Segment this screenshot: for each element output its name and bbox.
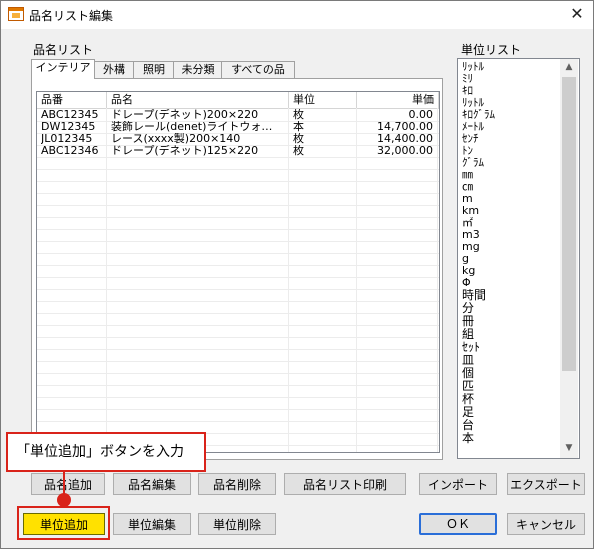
unit-list-item[interactable]: 冊 bbox=[462, 315, 557, 328]
cell-name: ドレープ(デネット)125×220 bbox=[111, 145, 259, 157]
unit-list-item[interactable]: 分 bbox=[462, 302, 557, 315]
cell-name: レース(xxxx製)200×140 bbox=[111, 133, 241, 145]
tab-interior[interactable]: インテリア bbox=[31, 59, 95, 79]
ok-button[interactable]: ＯＫ bbox=[419, 513, 497, 535]
cell-unit: 枚 bbox=[293, 133, 304, 145]
cell-price: 14,400.00 bbox=[377, 133, 433, 145]
unit-list-item[interactable]: m3 bbox=[462, 229, 557, 241]
scroll-thumb[interactable] bbox=[562, 77, 576, 371]
add-unit-highlight bbox=[17, 506, 110, 540]
cell-code: ABC12346 bbox=[41, 145, 99, 157]
instruction-callout: 「単位追加」ボタンを入力 bbox=[6, 432, 206, 472]
unit-list-items: ﾘｯﾄﾙ ﾐﾘ ｷﾛ ﾘｯﾄﾙ ｷﾛｸﾞﾗﾑ ﾒｰﾄﾙ ｾﾝﾁ ﾄﾝ ｸﾞﾗﾑ㎜㎝ m km ㎡ m3 m… bbox=[462, 61, 557, 445]
cell-code: ABC12345 bbox=[41, 109, 99, 121]
unit-list-item[interactable]: ｷﾛ bbox=[462, 85, 557, 97]
unit-list-item[interactable]: ｾﾝﾁ bbox=[462, 133, 557, 145]
unit-list-item[interactable]: 足 bbox=[462, 406, 557, 419]
column-header-name[interactable]: 品名 bbox=[107, 92, 289, 108]
column-header-price[interactable]: 単価 bbox=[357, 92, 439, 108]
unit-list[interactable]: ﾘｯﾄﾙ ﾐﾘ ｷﾛ ﾘｯﾄﾙ ｷﾛｸﾞﾗﾑ ﾒｰﾄﾙ ｾﾝﾁ ﾄﾝ ｸﾞﾗﾑ㎜㎝ m km ㎡ m3 m… bbox=[457, 58, 580, 459]
unit-list-item[interactable]: m bbox=[462, 193, 557, 205]
cell-price: 0.00 bbox=[408, 109, 434, 121]
unit-list-item[interactable]: 杯 bbox=[462, 393, 557, 406]
cancel-button[interactable]: キャンセル bbox=[507, 513, 585, 535]
cell-unit: 枚 bbox=[293, 145, 304, 157]
table-header: 品番 品名 単位 単価 bbox=[37, 92, 439, 109]
unit-list-item[interactable]: Φ bbox=[462, 277, 557, 289]
close-icon[interactable]: ✕ bbox=[567, 4, 587, 24]
unit-list-item[interactable]: ｷﾛｸﾞﾗﾑ bbox=[462, 109, 557, 121]
unit-list-item[interactable]: ㎝ bbox=[462, 181, 557, 193]
delete-product-button[interactable]: 品名削除 bbox=[198, 473, 276, 495]
title-bar: 品名リスト編集 ✕ bbox=[1, 1, 593, 29]
import-button[interactable]: インポート bbox=[419, 473, 497, 495]
cell-code: JL012345 bbox=[41, 133, 93, 145]
cell-code: DW12345 bbox=[41, 121, 96, 133]
table-row[interactable]: JL012345 レース(xxxx製)200×140 枚 14,400.00 bbox=[37, 133, 439, 145]
tab-panel: 品番 品名 単位 単価 ABC12345 ドレープ(デネット)200×220 枚… bbox=[31, 78, 443, 460]
table-row[interactable]: ABC12346 ドレープ(デネット)125×220 枚 32,000.00 bbox=[37, 145, 439, 157]
column-header-unit[interactable]: 単位 bbox=[289, 92, 357, 108]
cell-name: ドレープ(デネット)200×220 bbox=[111, 109, 259, 121]
tab-lighting[interactable]: 照明 bbox=[133, 61, 175, 78]
cell-price: 32,000.00 bbox=[377, 145, 433, 157]
column-header-code[interactable]: 品番 bbox=[37, 92, 107, 108]
callout-pointer-dot bbox=[57, 493, 71, 507]
app-window-icon bbox=[8, 7, 24, 21]
table-row[interactable]: DW12345 装飾レール(denet)ライトウォ… 本 14,700.00 bbox=[37, 121, 439, 133]
unit-list-item[interactable]: ﾐﾘ bbox=[462, 73, 557, 85]
unit-list-item[interactable]: ｾｯﾄ bbox=[462, 341, 557, 354]
cell-price: 14,700.00 bbox=[377, 121, 433, 133]
tab-all-items[interactable]: すべての品 bbox=[221, 61, 295, 78]
edit-product-button[interactable]: 品名編集 bbox=[113, 473, 191, 495]
export-button[interactable]: エクスポート bbox=[507, 473, 585, 495]
add-product-button[interactable]: 品名追加 bbox=[31, 473, 105, 495]
unit-list-item[interactable]: kg bbox=[462, 265, 557, 277]
unit-list-item[interactable]: ｸﾞﾗﾑ bbox=[462, 157, 557, 169]
unit-list-item[interactable]: 皿 bbox=[462, 354, 557, 367]
unit-list-item[interactable]: ㎜ bbox=[462, 169, 557, 181]
unit-list-item[interactable]: 時間 bbox=[462, 289, 557, 302]
scroll-up-icon[interactable]: ▲ bbox=[560, 59, 578, 76]
tab-uncategorized[interactable]: 未分類 bbox=[173, 61, 223, 78]
unit-list-item[interactable]: 個 bbox=[462, 367, 557, 380]
unit-list-item[interactable]: ﾒｰﾄﾙ bbox=[462, 121, 557, 133]
unit-list-item[interactable]: 本 bbox=[462, 432, 557, 445]
unit-list-label: 単位リスト bbox=[461, 43, 522, 57]
table-row[interactable]: ABC12345 ドレープ(デネット)200×220 枚 0.00 bbox=[37, 109, 439, 121]
cell-name: 装飾レール(denet)ライトウォ… bbox=[111, 121, 273, 133]
cell-unit: 枚 bbox=[293, 109, 304, 121]
window-title: 品名リスト編集 bbox=[29, 9, 114, 23]
unit-list-item[interactable]: ﾘｯﾄﾙ bbox=[462, 61, 557, 73]
tab-exterior[interactable]: 外構 bbox=[93, 61, 135, 78]
scroll-down-icon[interactable]: ▼ bbox=[560, 440, 578, 457]
delete-unit-button[interactable]: 単位削除 bbox=[198, 513, 276, 535]
product-table[interactable]: 品番 品名 単位 単価 ABC12345 ドレープ(デネット)200×220 枚… bbox=[36, 91, 440, 453]
unit-list-item[interactable]: 匹 bbox=[462, 380, 557, 393]
unit-list-item[interactable]: 組 bbox=[462, 328, 557, 341]
table-body: ABC12345 ドレープ(デネット)200×220 枚 0.00 DW1234… bbox=[37, 109, 439, 157]
unit-list-item[interactable]: ㎡ bbox=[462, 217, 557, 229]
unit-list-item[interactable]: mg bbox=[462, 241, 557, 253]
unit-list-item[interactable]: g bbox=[462, 253, 557, 265]
unit-list-item[interactable]: ﾄﾝ bbox=[462, 145, 557, 157]
edit-unit-button[interactable]: 単位編集 bbox=[113, 513, 191, 535]
cell-unit: 本 bbox=[293, 121, 304, 133]
unit-list-scrollbar[interactable]: ▲ ▼ bbox=[560, 59, 578, 458]
print-product-list-button[interactable]: 品名リスト印刷 bbox=[284, 473, 406, 495]
unit-list-item[interactable]: km bbox=[462, 205, 557, 217]
unit-list-item[interactable]: ﾘｯﾄﾙ bbox=[462, 97, 557, 109]
product-list-label: 品名リスト bbox=[33, 43, 94, 57]
unit-list-item[interactable]: 台 bbox=[462, 419, 557, 432]
